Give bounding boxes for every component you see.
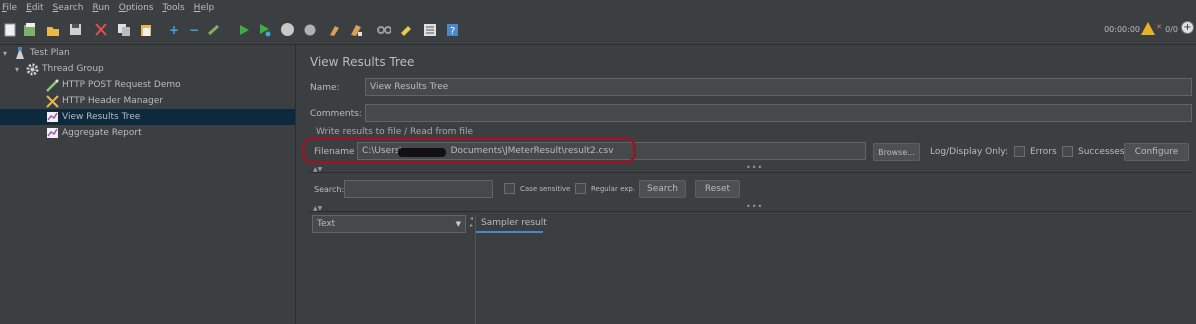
tree-item-label: Thread Group	[42, 64, 104, 74]
renderer-value: Text	[317, 219, 336, 229]
tree-item-label: Aggregate Report	[62, 128, 142, 138]
pipette-icon	[45, 79, 59, 92]
filename-highlight	[302, 137, 636, 164]
save-icon[interactable]	[68, 22, 82, 37]
cut-icon[interactable]	[94, 22, 108, 37]
remote-hosts-icon[interactable]: +	[1181, 21, 1194, 34]
split-arrows-icon[interactable]: ◂ ▸	[470, 215, 473, 229]
active-tab-indicator	[476, 231, 543, 233]
tree-item-view-results-tree[interactable]: View Results Tree	[0, 109, 295, 125]
expand-icon[interactable]: +	[167, 22, 181, 37]
error-count-icon: ✕	[1156, 23, 1162, 31]
paste-icon[interactable]	[139, 22, 153, 37]
thread-count: 0/0	[1165, 25, 1178, 34]
search-button[interactable]: Search	[639, 180, 686, 198]
page-title: View Results Tree	[310, 55, 415, 69]
tree-item-test-plan[interactable]: ▾ Test Plan	[0, 45, 295, 61]
reset-button[interactable]: Reset	[695, 180, 740, 198]
open-icon[interactable]	[46, 22, 60, 37]
comments-field[interactable]	[365, 104, 1192, 122]
elapsed-timer: 00:00:00	[1104, 25, 1140, 34]
menu-search[interactable]: Search	[53, 3, 84, 13]
regular-exp-checkbox[interactable]	[575, 183, 586, 194]
tree-item-thread-group[interactable]: ▾ Thread Group	[0, 61, 295, 77]
log-display-label: Log/Display Only:	[930, 147, 1009, 157]
errors-label: Errors	[1030, 147, 1057, 157]
browse-button[interactable]: Browse...	[873, 143, 920, 161]
chevron-down-icon: ▼	[455, 220, 461, 228]
divider	[310, 172, 1192, 173]
warning-icon[interactable]	[1141, 22, 1155, 35]
successes-checkbox[interactable]	[1062, 146, 1073, 157]
configure-button[interactable]: Configure	[1124, 143, 1189, 161]
search-icon[interactable]	[377, 22, 391, 37]
menu-file[interactable]: File	[2, 3, 17, 13]
name-label: Name:	[310, 83, 340, 93]
splitter-handle-icon[interactable]: •••	[746, 163, 763, 172]
chevron-down-icon[interactable]: ▾	[3, 49, 13, 58]
tools-icon	[45, 94, 59, 108]
clear-icon[interactable]	[327, 22, 341, 37]
reset-search-icon[interactable]	[399, 22, 413, 37]
chevron-down-icon[interactable]: ▾	[15, 65, 25, 74]
copy-icon[interactable]	[117, 22, 131, 37]
splitter-handle-icon[interactable]: •••	[746, 202, 763, 211]
name-field[interactable]: View Results Tree	[365, 78, 1192, 96]
renderer-select[interactable]: Text ▼	[312, 215, 466, 233]
help-icon[interactable]: ?	[445, 22, 459, 37]
menu-tools[interactable]: Tools	[162, 3, 184, 13]
errors-checkbox[interactable]	[1014, 146, 1025, 157]
toolbar: + − ? 00:00:00 ✕ 0/0 +	[0, 15, 1196, 45]
menu-run[interactable]: Run	[92, 3, 109, 13]
collapse-icon[interactable]: −	[187, 22, 201, 37]
tree-item-label: Test Plan	[30, 48, 70, 58]
stop-icon[interactable]	[280, 22, 294, 37]
tree-item-label: HTTP Header Manager	[62, 96, 163, 106]
menu-edit[interactable]: Edit	[26, 3, 43, 13]
function-helper-icon[interactable]	[423, 22, 437, 37]
toggle-icon[interactable]	[207, 22, 221, 37]
case-sensitive-label: Case sensitive	[520, 185, 571, 193]
divider	[310, 211, 1192, 212]
tab-sampler-result[interactable]: Sampler result	[481, 218, 547, 228]
test-plan-icon	[13, 46, 27, 60]
regular-exp-label: Regular exp.	[591, 185, 636, 193]
svg-text:?: ?	[450, 26, 455, 37]
new-icon[interactable]	[3, 22, 17, 37]
file-group-title: Write results to file / Read from file	[316, 127, 473, 137]
tree-item-aggregate-report[interactable]: Aggregate Report	[0, 125, 295, 141]
tree-item-http-post-request[interactable]: HTTP POST Request Demo	[0, 77, 295, 93]
start-icon[interactable]	[237, 22, 251, 37]
successes-label: Successes	[1078, 147, 1125, 157]
menu-help[interactable]: Help	[194, 3, 215, 13]
case-sensitive-checkbox[interactable]	[504, 183, 515, 194]
shutdown-icon[interactable]	[303, 22, 317, 37]
search-label: Search:	[314, 185, 345, 194]
tree-item-http-header-manager[interactable]: HTTP Header Manager	[0, 93, 295, 109]
chart-icon	[45, 127, 59, 140]
test-plan-tree: ▾ Test Plan ▾ Thread Group HTTP POST Req…	[0, 45, 296, 324]
clear-all-icon[interactable]	[349, 22, 363, 37]
comments-label: Comments:	[310, 109, 362, 119]
view-results-tree-panel: View Results Tree Name: View Results Tre…	[297, 45, 1196, 324]
start-no-pause-icon[interactable]	[258, 22, 272, 37]
search-input[interactable]	[344, 180, 493, 198]
menu-options[interactable]: Options	[119, 3, 154, 13]
templates-icon[interactable]	[23, 22, 37, 37]
tree-item-label: HTTP POST Request Demo	[62, 80, 181, 90]
menu-bar: File Edit Search Run Options Tools Help	[0, 0, 1196, 15]
chart-icon	[45, 111, 59, 124]
tree-item-label: View Results Tree	[62, 112, 141, 122]
gear-icon	[25, 63, 39, 76]
